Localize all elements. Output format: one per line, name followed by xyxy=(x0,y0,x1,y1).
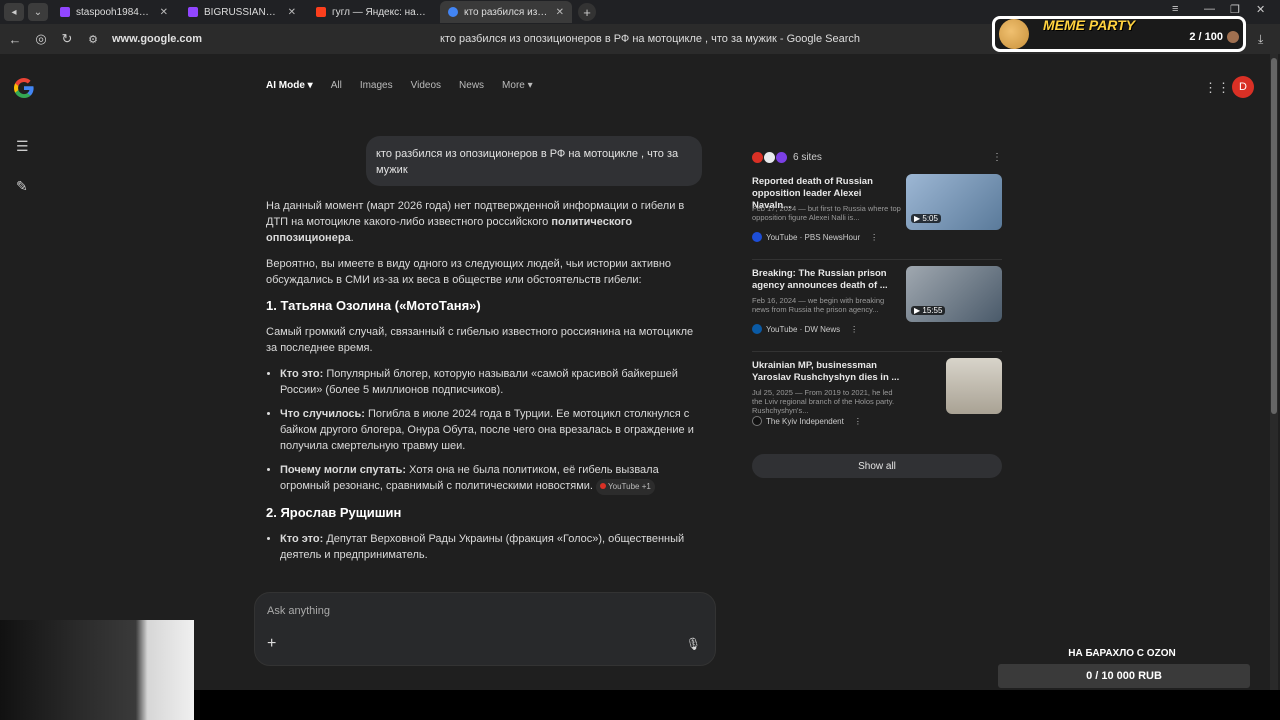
microphone-icon[interactable]: 🎙 xyxy=(686,637,701,651)
google-g-icon xyxy=(14,78,34,98)
scrollbar-thumb[interactable] xyxy=(1271,58,1277,414)
browser-tab-3[interactable]: гугл — Яндекс: нашлось 3 xyxy=(308,1,436,23)
minimize-icon[interactable]: — xyxy=(1204,3,1215,15)
site-icon xyxy=(776,151,787,163)
youtube-icon xyxy=(752,151,763,163)
meme-party-overlay: MEME PARTY 2 / 100 xyxy=(992,16,1246,52)
close-tab-icon[interactable]: ✕ xyxy=(160,7,168,18)
dw-icon xyxy=(752,324,762,334)
url-field[interactable]: www.google.com xyxy=(112,33,202,45)
left-rail: ☰ ✎ xyxy=(0,54,48,690)
source-title[interactable]: Ukrainian MP, businessman Yaroslav Rushc… xyxy=(752,360,902,384)
reload-icon[interactable]: ↻ xyxy=(56,31,78,47)
source-card[interactable]: Breaking: The Russian prison agency anno… xyxy=(752,266,1002,352)
source-title[interactable]: Breaking: The Russian prison agency anno… xyxy=(752,268,902,292)
add-attachment-icon[interactable]: + xyxy=(267,635,276,653)
video-duration: ▶ 15:55 xyxy=(911,306,946,315)
history-list-icon[interactable]: ☰ xyxy=(16,138,29,155)
doge-icon xyxy=(999,19,1029,49)
list-item: Кто это: Популярный блогер, которую назы… xyxy=(280,366,702,398)
back-icon[interactable]: ← xyxy=(4,32,26,47)
answer-list-2: Кто это: Депутат Верховной Рады Украины … xyxy=(280,531,702,563)
scrollbar[interactable] xyxy=(1270,54,1278,690)
google-icon xyxy=(448,7,458,17)
twitch-icon xyxy=(188,7,198,17)
new-chat-icon[interactable]: ✎ xyxy=(16,178,28,195)
sources-panel: 6 sites ⋮ Reported death of Russian oppo… xyxy=(752,146,1002,478)
pbs-icon xyxy=(752,232,762,242)
tab-all[interactable]: All xyxy=(331,80,342,91)
site-info-icon[interactable]: ⚙ xyxy=(82,33,104,46)
source-origin: YouTube · PBS NewsHour ⋮ xyxy=(752,232,878,242)
twitch-icon xyxy=(60,7,70,17)
avatar-icon xyxy=(1227,31,1239,43)
google-logo[interactable] xyxy=(12,76,36,100)
ai-answer: На данный момент (март 2026 года) нет по… xyxy=(266,198,702,590)
menu-icon[interactable]: ≡ xyxy=(1172,3,1178,15)
new-tab-button[interactable]: + xyxy=(578,3,596,21)
kyiv-independent-icon xyxy=(764,151,775,163)
answer-heading-2: 2. Ярослав Рущишин xyxy=(266,505,402,520)
ask-input-box[interactable]: + 🎙 xyxy=(254,592,716,666)
source-card[interactable]: Reported death of Russian opposition lea… xyxy=(752,174,1002,260)
kyiv-independent-icon xyxy=(752,416,762,426)
list-item: Что случилось: Погибла в июле 2024 года … xyxy=(280,406,702,454)
close-tab-icon[interactable]: ✕ xyxy=(288,7,296,18)
window-menu-icon[interactable]: ◂ xyxy=(4,3,24,21)
answer-list-1: Кто это: Популярный блогер, которую назы… xyxy=(280,366,702,495)
tab-videos[interactable]: Videos xyxy=(411,80,441,91)
browser-tab-1[interactable]: staspooh1984 - Twitch ✕ xyxy=(52,1,176,23)
source-chip[interactable]: YouTube +1 xyxy=(596,479,655,495)
restore-icon[interactable]: ❐ xyxy=(1230,3,1240,16)
ozon-goal-label: НА БАРАХЛО С OZON xyxy=(1068,648,1176,659)
show-all-button[interactable]: Show all xyxy=(752,454,1002,478)
protect-icon[interactable]: ◎ xyxy=(30,31,52,47)
ozon-donation-overlay: НА БАРАХЛО С OZON 0 / 10 000 RUB xyxy=(998,648,1250,688)
answer-paragraph: Самый громкий случай, связанный с гибель… xyxy=(266,326,694,354)
google-page: ☰ ✎ AI Mode ▾ All Images Videos News Mor… xyxy=(0,54,1280,690)
sources-header[interactable]: 6 sites ⋮ xyxy=(752,146,1002,168)
webcam-overlay xyxy=(0,620,194,720)
more-options-icon: ⋮ xyxy=(850,324,859,334)
close-tab-icon[interactable]: ✕ xyxy=(556,7,564,18)
ozon-goal-progress: 0 / 10 000 RUB xyxy=(998,664,1250,688)
tab-more[interactable]: More ▾ xyxy=(502,80,533,91)
sources-count: 6 sites xyxy=(793,151,822,163)
yandex-icon xyxy=(316,7,326,17)
source-origin: YouTube · DW News ⋮ xyxy=(752,324,858,334)
browser-tab-4[interactable]: кто разбился из опозиц ✕ xyxy=(440,1,572,23)
youtube-icon xyxy=(600,483,607,489)
tab-ai-mode[interactable]: AI Mode ▾ xyxy=(266,80,313,91)
list-item: Почему могли спутать: Хотя она не была п… xyxy=(280,462,702,495)
account-avatar[interactable]: D xyxy=(1232,76,1254,98)
source-snippet: Feb 17, 2024 — but first to Russia where… xyxy=(752,204,901,222)
meme-party-count: 2 / 100 xyxy=(1189,31,1223,43)
tabs-dropdown-icon[interactable]: ⌄ xyxy=(28,3,48,21)
article-thumbnail[interactable] xyxy=(946,358,1002,414)
site-icons xyxy=(752,151,787,163)
more-options-icon: ⋮ xyxy=(853,416,862,426)
source-snippet: Jul 25, 2025 — From 2019 to 2021, he led… xyxy=(752,388,895,415)
ask-input[interactable] xyxy=(267,605,687,617)
answer-heading-1: 1. Татьяна Озолина («МотоТаня») xyxy=(266,298,481,313)
answer-paragraph: Вероятно, вы имеете в виду одного из сле… xyxy=(266,258,672,286)
source-origin: The Kyiv Independent ⋮ xyxy=(752,416,862,426)
search-nav: AI Mode ▾ All Images Videos News More ▾ xyxy=(266,80,533,91)
more-options-icon: ⋮ xyxy=(870,232,879,242)
download-icon[interactable]: ⤓ xyxy=(1258,32,1263,47)
browser-tab-2[interactable]: BIGRUSSIANMUM - Twitch ✕ xyxy=(180,1,304,23)
tab-news[interactable]: News xyxy=(459,80,484,91)
user-query-bubble: кто разбился из опозиционеров в РФ на мо… xyxy=(366,136,702,186)
meme-party-title: MEME PARTY xyxy=(1043,17,1136,33)
video-duration: ▶ 5:05 xyxy=(911,214,941,223)
tab-images[interactable]: Images xyxy=(360,80,393,91)
more-options-icon[interactable]: ⋮ xyxy=(992,152,1002,163)
source-snippet: Feb 16, 2024 — we begin with breaking ne… xyxy=(752,296,885,314)
answer-intro: На данный момент (март 2026 года) нет по… xyxy=(266,200,685,244)
close-window-icon[interactable]: ✕ xyxy=(1256,3,1265,16)
list-item: Кто это: Депутат Верховной Рады Украины … xyxy=(280,531,702,563)
source-card[interactable]: Ukrainian MP, businessman Yaroslav Rushc… xyxy=(752,358,1002,444)
page-title: кто разбился из опозиционеров в РФ на мо… xyxy=(440,33,860,45)
